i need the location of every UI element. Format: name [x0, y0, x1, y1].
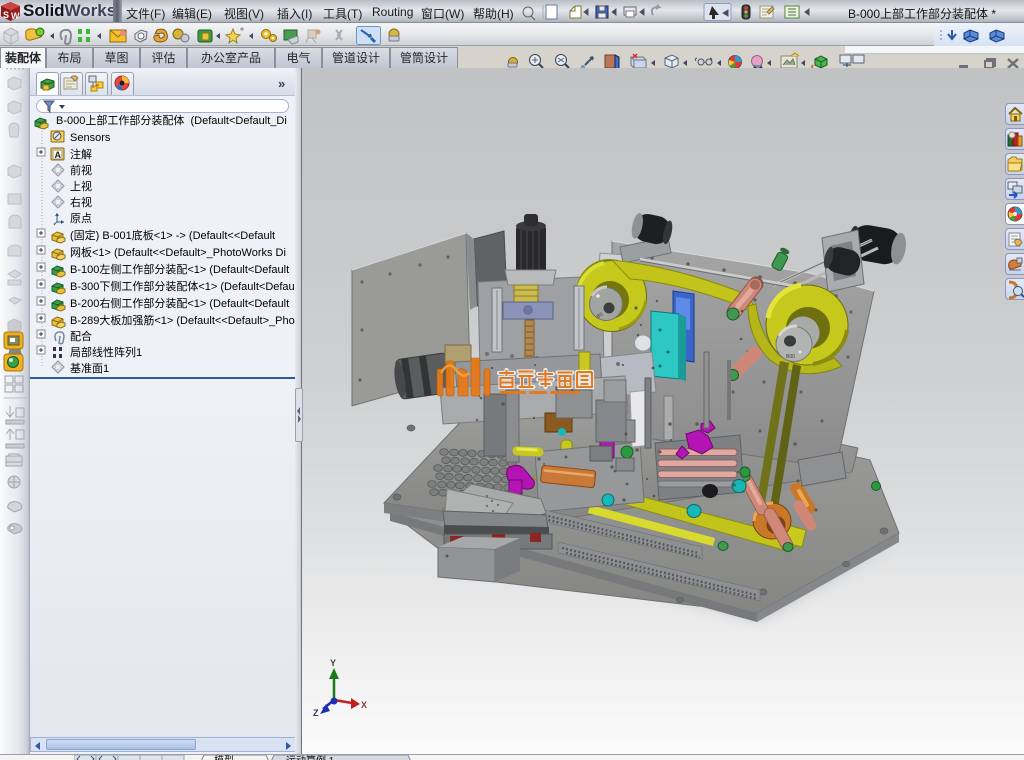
svg-text:A: A: [55, 150, 62, 160]
svg-text:Z: Z: [313, 708, 319, 718]
svg-text:W: W: [11, 11, 20, 21]
svg-text:模型: 模型: [214, 755, 234, 760]
svg-text:运动算例 1: 运动算例 1: [286, 755, 335, 760]
svg-text:B00: B00: [786, 354, 795, 360]
svg-text:X: X: [361, 700, 367, 710]
svg-text:S: S: [3, 10, 9, 20]
svg-text:Y: Y: [330, 658, 336, 668]
